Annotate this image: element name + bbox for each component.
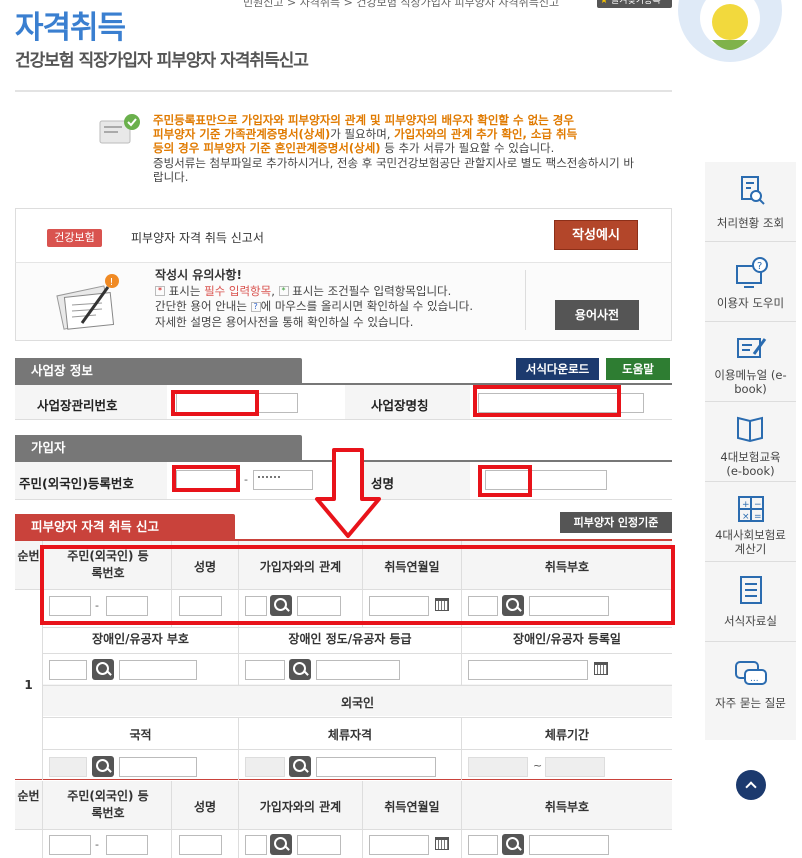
faq-bubble-icon: ... [734, 661, 767, 685]
calendar-icon[interactable] [435, 837, 449, 850]
highlight-box [473, 385, 621, 417]
svg-text:=: = [754, 512, 762, 522]
col-stay-period: 체류기간 [544, 728, 590, 742]
col-acquire-code: 취득부호 [544, 800, 590, 814]
col-disability-code: 장애인/유공자 부호 [92, 632, 189, 646]
notice-text: 주민등록표만으로 가입자와 피부양자의 관계 및 피부양자의 배우자 확인할 수… [153, 113, 634, 184]
nationality-name-input[interactable] [119, 757, 197, 777]
col-reg-no: 주민(외국인) 등록번호 [67, 789, 149, 820]
svg-text:?: ? [757, 261, 762, 272]
relation-search-icon[interactable] [270, 834, 292, 855]
notice-check-icon [98, 113, 144, 147]
form-name: 피부양자 자격 취득 신고서 [131, 231, 264, 245]
sidebar-item-helper[interactable]: ? 이용자 도우미 [705, 242, 796, 322]
caution-text: 작성시 유의사항! * 표시는 필수 입력항목, * 표시는 조건필수 입력항목… [155, 268, 473, 329]
calendar-icon[interactable] [594, 662, 608, 675]
decorative-logo [672, 0, 802, 70]
scroll-top-button[interactable] [736, 770, 766, 800]
sidebar-item-calculator[interactable]: + − × = 4대사회보험료 계산기 [705, 482, 796, 562]
foreigner-header: 외국인 [340, 696, 375, 710]
breadcrumb[interactable]: 민원신고 > 자격취득 > 건강보험 직장가입자 피부양자 자격취득신고 [243, 0, 559, 10]
subscriber-reg-no-back-input[interactable] [253, 470, 313, 490]
page-title: 자격취득 [15, 10, 126, 46]
disability-grade-input[interactable] [245, 660, 285, 680]
header-divider [15, 90, 672, 92]
stay-period-to-input[interactable] [545, 757, 605, 777]
disability-code-input[interactable] [49, 660, 87, 680]
down-arrow-icon [313, 447, 383, 539]
help-mark-icon: ? [250, 301, 261, 312]
dep-acquire-code-input[interactable] [468, 835, 498, 855]
page-subtitle: 건강보험 직장가입자 피부양자 자격취득신고 [15, 51, 309, 71]
dep-reg-front-input[interactable] [49, 835, 91, 855]
svg-text:+: + [742, 500, 750, 510]
disability-date-input[interactable] [468, 660, 588, 680]
highlight-box [478, 465, 532, 497]
highlight-box [40, 545, 675, 625]
col-acquire-date: 취득연월일 [384, 800, 440, 814]
svg-text:×: × [742, 512, 750, 522]
col-disability-grade: 장애인 정도/유공자 등급 [288, 632, 412, 646]
dictionary-button[interactable]: 용어사전 [555, 300, 639, 330]
stay-status-name-input[interactable] [316, 757, 436, 777]
monitor-help-icon: ? [735, 257, 768, 288]
col-stay-status: 체류자격 [327, 728, 373, 742]
col-seq: 순번 [17, 789, 40, 803]
col-disability-date: 장애인/유공자 등록일 [513, 632, 621, 646]
subscriber-reg-no-label: 주민(외국인)등록번호 [19, 476, 134, 491]
section-subscriber: 가입자 [15, 435, 302, 461]
stay-status-code-input[interactable] [245, 757, 285, 777]
calculator-icon: + −× = [737, 496, 764, 522]
caution-document-icon: ! [52, 273, 122, 333]
svg-text:...: ... [750, 674, 759, 684]
insurance-tag: 건강보험 [47, 229, 102, 247]
svg-text:−: − [754, 500, 762, 510]
favorite-button[interactable]: 즐겨찾기등록 [597, 0, 672, 8]
help-button[interactable]: 도움말 [606, 358, 670, 380]
dep-name-input[interactable] [179, 835, 222, 855]
workplace-name-label: 사업장명칭 [371, 398, 429, 413]
highlight-box [172, 465, 240, 492]
disability-grade-name-input[interactable] [316, 660, 400, 680]
sidebar-item-faq[interactable]: ... 자주 묻는 질문 [705, 642, 796, 740]
row-number: 1 [24, 678, 33, 692]
document-search-icon [740, 176, 765, 205]
col-seq: 순번 [17, 549, 40, 563]
nationality-search-icon[interactable] [92, 756, 114, 777]
workplace-mgmt-no-label: 사업장관리번호 [37, 398, 118, 413]
dep-acquire-code-name-input[interactable] [529, 835, 609, 855]
disability-search-icon[interactable] [92, 659, 114, 680]
open-book-icon [736, 416, 763, 443]
dep-reg-back-input[interactable] [106, 835, 148, 855]
stay-period-from-input[interactable] [468, 757, 528, 777]
section-dependent: 피부양자 자격 취득 신고 [15, 514, 235, 540]
col-relation: 가입자와의 관계 [259, 800, 342, 814]
required-mark-icon: * [155, 286, 165, 296]
manual-edit-icon [736, 338, 766, 358]
conditional-mark-icon: * [278, 286, 289, 296]
dep-relation-name-input[interactable] [297, 835, 341, 855]
section-workplace: 사업장 정보 [15, 358, 302, 384]
sidebar-item-education[interactable]: 4대보험교육 (e-book) [705, 402, 796, 482]
grade-search-icon[interactable] [289, 659, 311, 680]
stay-status-search-icon[interactable] [289, 756, 311, 777]
col-name: 성명 [193, 800, 217, 814]
svg-text:!: ! [110, 277, 114, 288]
sidebar-item-manual[interactable]: 이용메뉴얼 (e-book) [705, 322, 796, 402]
dep-relation-code-input[interactable] [245, 835, 267, 855]
col-nationality: 국적 [129, 728, 152, 742]
divider [525, 270, 526, 330]
highlight-box [171, 390, 259, 416]
dependent-criteria-button[interactable]: 피부양자 인정기준 [560, 512, 672, 533]
sidebar-item-status[interactable]: 처리현황 조회 [705, 162, 796, 242]
disability-name-input[interactable] [119, 660, 197, 680]
form-list-icon [739, 576, 762, 604]
dep-acquire-date-input[interactable] [369, 835, 429, 855]
form-download-button[interactable]: 서식다운로드 [516, 358, 599, 380]
nationality-code-input[interactable] [49, 757, 87, 777]
sidebar-item-forms[interactable]: 서식자료실 [705, 562, 796, 642]
example-button[interactable]: 작성예시 [554, 220, 638, 250]
acquire-code-search-icon[interactable] [502, 834, 524, 855]
